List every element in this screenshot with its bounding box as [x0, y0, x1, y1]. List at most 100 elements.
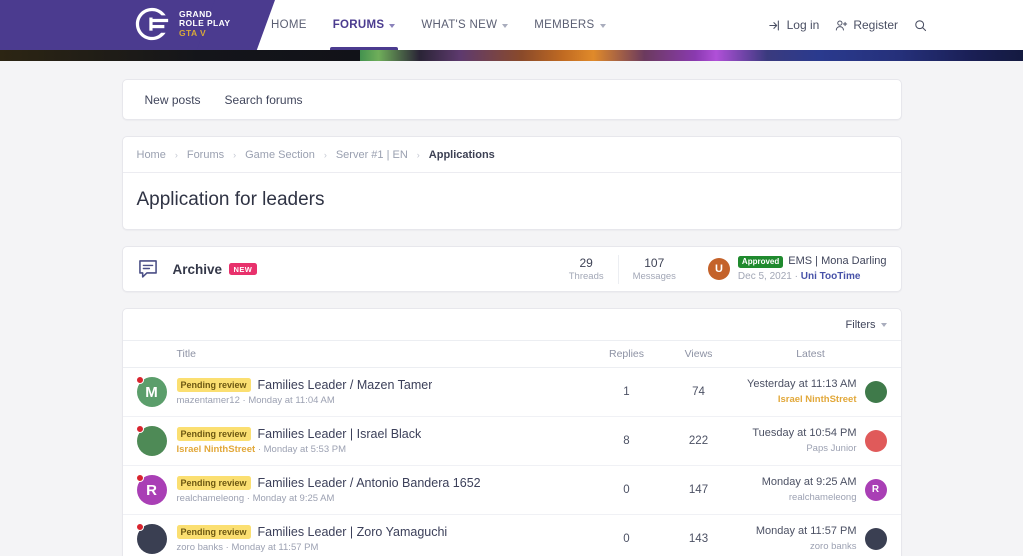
thread-main: Pending review Families Leader / Antonio…: [176, 475, 591, 505]
status-badge: Pending review: [176, 377, 251, 393]
nav-item-whats-new[interactable]: WHAT'S NEW: [408, 0, 521, 50]
thread-latest-date[interactable]: Tuesday at 10:54 PM: [752, 426, 856, 442]
forum-quick-nav: New posts Search forums: [121, 79, 902, 120]
forum-node-archive[interactable]: Archive New 29 Threads 107 Messages U Ap…: [121, 246, 902, 292]
thread-latest-author[interactable]: Paps Junior: [752, 442, 856, 456]
nav-item-forums-label: FORUMS: [332, 19, 385, 31]
breadcrumb-title-card: Home › Forums › Game Section › Server #1…: [121, 136, 902, 230]
node-latest-title-row: Approved EMS | Mona Darling: [737, 254, 887, 270]
thread-latest-author[interactable]: Israel NinthStreet: [747, 393, 857, 407]
node-title[interactable]: Archive New: [173, 262, 257, 277]
thread-title[interactable]: Families Leader | Israel Black: [258, 427, 422, 441]
table-row[interactable]: Pending review Families Leader | Israel …: [122, 417, 901, 466]
thread-date: Monday at 5:53 PM: [263, 444, 347, 456]
node-latest-thread-title[interactable]: EMS | Mona Darling: [788, 254, 886, 270]
table-row[interactable]: M Pending review Families Leader / Mazen…: [122, 368, 901, 417]
status-badge: Pending review: [176, 475, 251, 491]
page-title: Application for leaders: [136, 189, 325, 210]
thread-latest-date[interactable]: Yesterday at 11:13 AM: [747, 377, 856, 393]
thread-views-count: 74: [692, 386, 705, 398]
user-plus-icon: [836, 19, 848, 31]
thread-title[interactable]: Families Leader / Antonio Bandera 1652: [258, 476, 481, 490]
thread-main: Pending review Families Leader / Mazen T…: [176, 377, 591, 407]
thread-latest-text: Tuesday at 10:54 PM Paps Junior: [752, 426, 856, 456]
column-header-title: Title: [176, 348, 196, 360]
chevron-down-icon: [502, 23, 509, 28]
thread-meta-separator: ·: [225, 542, 229, 554]
avatar[interactable]: [864, 380, 887, 403]
breadcrumb-item-home[interactable]: Home: [137, 149, 166, 161]
thread-date: Monday at 11:57 PM: [231, 542, 319, 554]
breadcrumb-item-server-1-en[interactable]: Server #1 | EN: [336, 149, 408, 161]
register-button[interactable]: Register: [835, 18, 898, 32]
thread-latest-date[interactable]: Monday at 11:57 PM: [756, 524, 857, 540]
node-latest-meta: Dec 5, 2021 · Uni TooTime: [738, 270, 887, 285]
node-messages-count: 107: [644, 255, 665, 270]
thread-title-row: Pending review Families Leader / Antonio…: [176, 475, 591, 491]
page-body: New posts Search forums Home › Forums › …: [0, 61, 1023, 556]
avatar[interactable]: [864, 429, 887, 452]
thread-latest-author[interactable]: realchameleong: [762, 491, 857, 505]
thread-avatar-wrap: R: [135, 474, 167, 505]
thread-latest-text: Monday at 11:57 PM zoro banks: [756, 524, 857, 554]
thread-latest: Yesterday at 11:13 AM Israel NinthStreet: [735, 377, 887, 407]
nav-item-home[interactable]: HOME: [258, 0, 320, 50]
register-label: Register: [853, 18, 898, 32]
nav-item-whats-new-label: WHAT'S NEW: [421, 19, 498, 31]
filters-label: Filters: [845, 318, 876, 331]
login-arrow-icon: [768, 20, 779, 30]
thread-meta-separator: ·: [246, 493, 250, 505]
thread-author[interactable]: realchameleong: [177, 493, 245, 504]
thread-title[interactable]: Families Leader / Mazen Tamer: [258, 378, 433, 392]
site-logo[interactable]: GRAND ROLE PLAY GTA V: [133, 5, 230, 43]
avatar[interactable]: R: [864, 478, 887, 501]
thread-title[interactable]: Families Leader | Zoro Yamaguchi: [258, 525, 448, 539]
thread-author[interactable]: mazentamer12: [177, 395, 240, 406]
login-button[interactable]: Log in: [768, 18, 819, 32]
node-latest-text: Approved EMS | Mona Darling Dec 5, 2021 …: [737, 254, 887, 285]
logo-line-3: GTA V: [179, 27, 207, 38]
thread-views-count: 147: [688, 484, 709, 496]
breadcrumb-item-forums[interactable]: Forums: [187, 149, 224, 161]
filters-button[interactable]: Filters: [846, 319, 887, 331]
site-banner-image: [0, 50, 1023, 61]
search-button[interactable]: [914, 19, 927, 32]
nav-item-home-label: HOME: [271, 19, 307, 31]
node-messages-label: Messages: [632, 270, 676, 282]
thread-date: Monday at 9:25 AM: [252, 493, 335, 505]
content-container: New posts Search forums Home › Forums › …: [121, 79, 902, 556]
thread-latest-text: Monday at 9:25 AM realchameleong: [762, 475, 857, 505]
main-navigation: HOME FORUMS WHAT'S NEW MEMBERS: [258, 0, 619, 50]
breadcrumb-separator: ›: [174, 149, 178, 160]
quicknav-new-posts[interactable]: New posts: [145, 93, 201, 107]
thread-replies-count: 0: [623, 533, 630, 545]
thread-author[interactable]: zoro banks: [177, 542, 223, 553]
table-row[interactable]: Pending review Families Leader | Zoro Ya…: [123, 515, 901, 556]
thread-latest-text: Yesterday at 11:13 AM Israel NinthStreet: [747, 377, 856, 407]
status-badge: Pending review: [176, 426, 251, 442]
unread-indicator-icon: [135, 523, 144, 531]
breadcrumb-item-applications: Applications: [428, 148, 495, 161]
breadcrumb-item-game-section[interactable]: Game Section: [245, 149, 315, 161]
chevron-down-icon: [880, 323, 887, 327]
thread-title-row: Pending review Families Leader / Mazen T…: [176, 377, 591, 393]
node-threads-count: 29: [579, 255, 593, 270]
nav-item-forums[interactable]: FORUMS: [320, 0, 409, 50]
unread-indicator-icon: [135, 376, 144, 384]
table-row[interactable]: R Pending review Families Leader / Anton…: [122, 466, 901, 515]
avatar[interactable]: [864, 527, 887, 550]
nav-item-members[interactable]: MEMBERS: [521, 0, 618, 50]
thread-latest-date[interactable]: Monday at 9:25 AM: [762, 475, 857, 491]
quicknav-search-forums[interactable]: Search forums: [225, 93, 303, 107]
status-badge: Pending review: [176, 524, 251, 540]
thread-latest-author[interactable]: zoro banks: [756, 540, 856, 554]
thread-author[interactable]: Israel NinthStreet: [177, 444, 256, 455]
breadcrumb-separator: ›: [233, 149, 237, 160]
thread-main: Pending review Families Leader | Zoro Ya…: [176, 524, 591, 554]
thread-date: Monday at 11:04 AM: [248, 395, 335, 407]
node-latest-author[interactable]: Uni TooTime: [801, 271, 861, 282]
column-header-replies: Replies: [608, 348, 645, 360]
node-new-badge: New: [229, 263, 257, 275]
avatar[interactable]: U: [707, 258, 730, 280]
thread-avatar-wrap: M: [135, 376, 167, 407]
